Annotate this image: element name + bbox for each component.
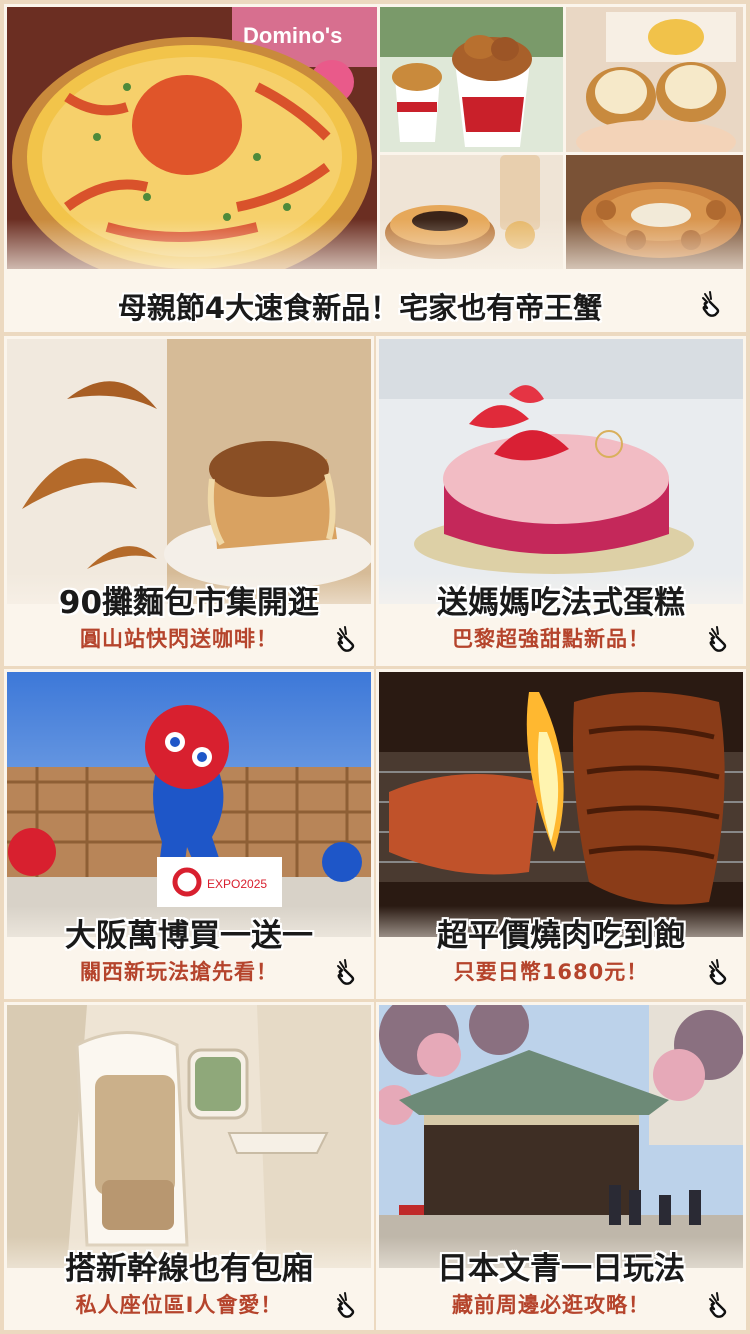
fried-chicken-photo <box>380 7 563 152</box>
croissant-photo <box>7 339 371 604</box>
card-title: 日本文青一日玩法 <box>437 1251 685 1287</box>
pointing-hand-icon[interactable] <box>702 1287 736 1321</box>
card-title: 搭新幹線也有包廂 <box>65 1251 313 1287</box>
pointing-hand-icon[interactable] <box>695 286 729 320</box>
pointing-hand-icon[interactable] <box>330 954 364 988</box>
pointing-hand-icon[interactable] <box>702 954 736 988</box>
card-title: 超平價燒肉吃到飽 <box>437 918 685 954</box>
card-subtitle: 私人座位區I人會愛！ <box>75 1293 283 1317</box>
card-title: 90攤麵包市集開逛 <box>58 585 320 621</box>
grilled-meat-photo <box>379 672 743 937</box>
brand-sign: Domino's <box>243 23 342 48</box>
pointing-hand-icon[interactable] <box>330 621 364 655</box>
shrine-photo <box>379 1005 743 1268</box>
egg-tart-photo <box>566 7 743 152</box>
card-bread-market[interactable]: 90攤麵包市集開逛 圓山站快閃送咖啡！ <box>4 336 374 666</box>
card-osaka-expo[interactable]: EXPO2025 大阪萬博買一送一 關西新玩法搶先看！ <box>4 669 374 999</box>
train-seat-photo <box>7 1005 371 1268</box>
expo-mascot-photo: EXPO2025 <box>7 672 371 937</box>
card-french-cake[interactable]: 送媽媽吃法式蛋糕 巴黎超強甜點新品！ <box>376 336 746 666</box>
card-subtitle: 藏前周邊必逛攻略！ <box>452 1293 650 1317</box>
card-subtitle: 巴黎超強甜點新品！ <box>452 627 650 651</box>
pointing-hand-icon[interactable] <box>330 1287 364 1321</box>
card-kuramae[interactable]: 日本文青一日玩法 藏前周邊必逛攻略！ <box>376 1002 746 1330</box>
pointing-hand-icon[interactable] <box>702 621 736 655</box>
rose-cake-photo <box>379 339 743 604</box>
hero-card[interactable]: Domino's 母親節4大速食新品！宅家也有帝王蟹 <box>4 4 746 332</box>
card-title: 大阪萬博買一送一 <box>65 918 313 954</box>
card-shinkansen[interactable]: 搭新幹線也有包廂 私人座位區I人會愛！ <box>4 1002 374 1330</box>
expo-sign: EXPO2025 <box>207 877 267 891</box>
card-title: 送媽媽吃法式蛋糕 <box>437 585 685 621</box>
card-subtitle: 圓山站快閃送咖啡！ <box>80 627 278 651</box>
hero-title: 母親節4大速食新品！宅家也有帝王蟹 <box>117 291 603 325</box>
card-subtitle: 關西新玩法搶先看！ <box>80 960 278 984</box>
card-yakiniku[interactable]: 超平價燒肉吃到飽 只要日幣1680元！ <box>376 669 746 999</box>
card-subtitle: 只要日幣1680元！ <box>453 960 649 984</box>
